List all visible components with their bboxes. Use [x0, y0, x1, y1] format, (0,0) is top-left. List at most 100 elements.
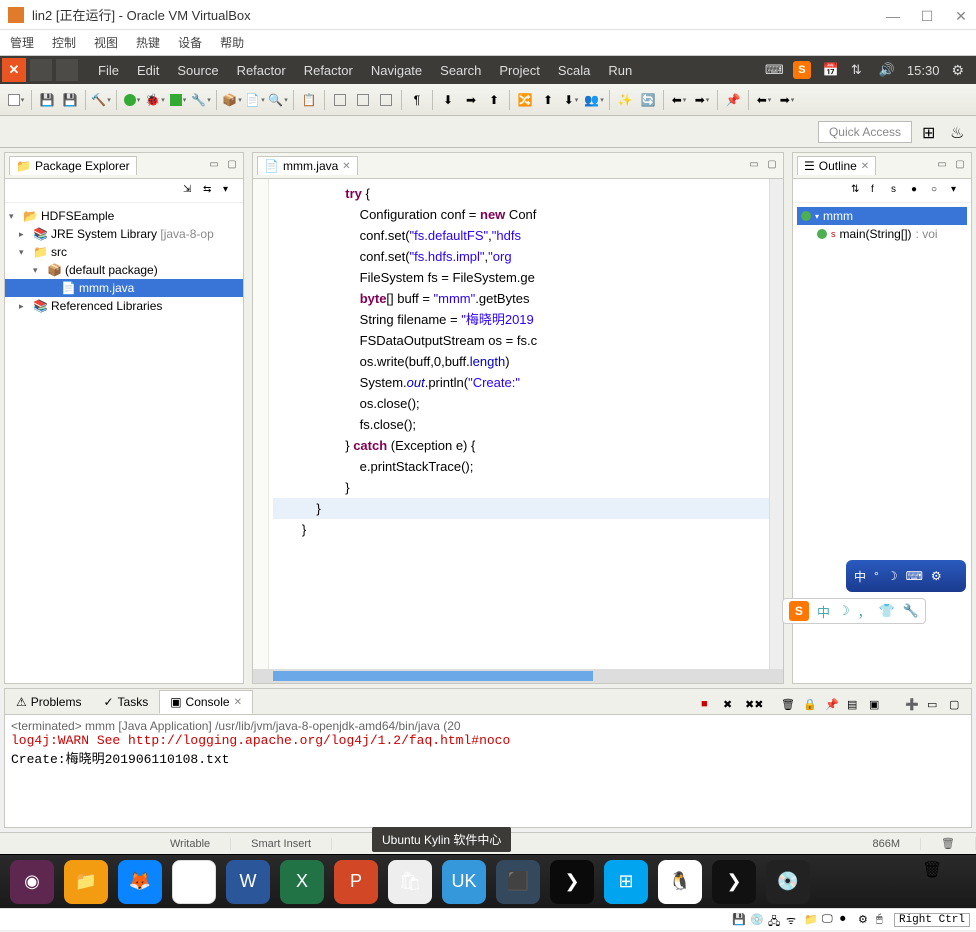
menu-source[interactable]: Source	[177, 63, 218, 78]
ime-lang[interactable]: 中	[854, 568, 866, 585]
console-max-button[interactable]: ▢	[949, 698, 965, 714]
save-all-button[interactable]: 💾	[60, 90, 80, 110]
ime2-moon-icon[interactable]: ☽	[838, 603, 850, 619]
refresh-button[interactable]: 🔄	[638, 90, 658, 110]
display-button[interactable]: ▤	[847, 698, 863, 714]
dash-icon[interactable]: ◉	[10, 860, 54, 904]
package-explorer-tab[interactable]: 📁 Package Explorer	[9, 156, 137, 175]
debug-button[interactable]: 🐞	[145, 90, 165, 110]
devices-icon[interactable]: ⬛	[496, 860, 540, 904]
pin-console-button[interactable]: 📌	[825, 698, 841, 714]
console-tab[interactable]: ▣ Console ✕	[159, 690, 253, 714]
maximize-button[interactable]: ☐	[920, 8, 934, 22]
new-console-button[interactable]: ➕	[905, 698, 921, 714]
coverage-button[interactable]	[168, 90, 188, 110]
package-tree[interactable]: ▾📂HDFSEample ▸📚JRE System Library [java-…	[5, 203, 243, 319]
git-button[interactable]: 🔀	[515, 90, 535, 110]
save-button[interactable]: 💾	[37, 90, 57, 110]
vb-hostkey[interactable]: Right Ctrl	[894, 913, 970, 927]
vb-cpu-icon[interactable]: ⚙	[858, 913, 872, 927]
external-tools-button[interactable]: 🔧	[191, 90, 211, 110]
vb-menu-hotkey[interactable]: 热键	[136, 34, 160, 51]
vb-menu-control[interactable]: 控制	[52, 34, 76, 51]
vb-usb-icon[interactable]: ᯤ	[786, 913, 800, 927]
quick-access-field[interactable]: Quick Access	[818, 121, 912, 143]
vb-menu-devices[interactable]: 设备	[178, 34, 202, 51]
editor-tab[interactable]: 📄 mmm.java ✕	[257, 156, 358, 175]
new-button[interactable]	[6, 90, 26, 110]
minimize-button[interactable]: —	[886, 8, 900, 22]
window-close-button[interactable]: ✕	[2, 58, 26, 82]
src-node[interactable]: src	[51, 245, 67, 259]
menu-refactor-2[interactable]: Refactor	[304, 63, 353, 78]
sogou-ime-icon[interactable]: S	[793, 61, 811, 79]
console-output[interactable]: <terminated> mmm [Java Application] /usr…	[5, 715, 971, 827]
ime2-punct[interactable]: ，	[858, 602, 871, 621]
code-editor[interactable]: try { Configuration conf = new Conf conf…	[269, 179, 769, 669]
file-node-selected[interactable]: 📄mmm.java	[5, 279, 243, 297]
calendar-icon[interactable]: 📅	[823, 62, 839, 78]
menu-run[interactable]: Run	[608, 63, 632, 78]
sogou-logo-icon[interactable]: S	[789, 601, 809, 621]
jre-node[interactable]: JRE System Library [java-8-op	[51, 227, 214, 241]
project-node[interactable]: HDFSEample	[41, 209, 114, 223]
sogou-status-bar[interactable]: 中 ° ☽ ⌨ ⚙	[846, 560, 966, 592]
package-node[interactable]: (default package)	[65, 263, 158, 277]
collapse-all-button[interactable]: ⇲	[183, 184, 197, 198]
keyboard-indicator-icon[interactable]: ⌨	[765, 62, 781, 78]
new-package-button[interactable]: 📦	[222, 90, 242, 110]
ime-punct-icon[interactable]: °	[874, 569, 879, 583]
view-maximize-button[interactable]: ▢	[225, 159, 239, 173]
show-ws-button[interactable]: ¶	[407, 90, 427, 110]
scroll-lock-button[interactable]: 🔒	[803, 698, 819, 714]
problems-tab[interactable]: ⚠ Problems	[5, 690, 92, 714]
tasks-tab[interactable]: ✓ Tasks	[92, 690, 159, 714]
powerpoint-icon[interactable]: P	[334, 860, 378, 904]
menu-scala[interactable]: Scala	[558, 63, 591, 78]
word-icon[interactable]: W	[226, 860, 270, 904]
vb-menu-manage[interactable]: 管理	[10, 34, 34, 51]
vb-hd-icon[interactable]: 💾	[732, 913, 746, 927]
window-maximize-button[interactable]	[56, 59, 78, 81]
ime2-tool-icon[interactable]: 🔧	[903, 603, 919, 619]
next-edit-button[interactable]: ➡	[692, 90, 712, 110]
outline-class[interactable]: ▾mmm	[797, 207, 967, 225]
sort-button[interactable]: ⇅	[851, 184, 865, 198]
remove-launch-button[interactable]: ✖	[723, 698, 739, 714]
qq-icon[interactable]: 🐧	[658, 860, 702, 904]
outline-menu-button[interactable]: ▾	[951, 184, 965, 198]
filter-static-button[interactable]: s	[891, 184, 905, 198]
network-icon[interactable]: ⇅	[851, 62, 867, 78]
view-maximize-button[interactable]: ▢	[953, 159, 967, 173]
toggle-block-button[interactable]	[353, 90, 373, 110]
chromium-icon[interactable]: ◯	[172, 860, 216, 904]
trash-icon[interactable]: 🗑	[922, 860, 966, 904]
link-editor-button[interactable]: ⇆	[203, 184, 217, 198]
open-type-button[interactable]: 📋	[299, 90, 319, 110]
step-return-button[interactable]: ⬆	[484, 90, 504, 110]
filter-local-button[interactable]: ○	[931, 184, 945, 198]
gc-button[interactable]: 🗑	[921, 837, 976, 850]
excel-icon[interactable]: X	[280, 860, 324, 904]
ime-settings-icon[interactable]: ⚙	[931, 569, 942, 583]
menu-edit[interactable]: Edit	[137, 63, 159, 78]
clear-console-button[interactable]: 🗑	[781, 698, 797, 714]
overview-ruler[interactable]	[769, 179, 783, 669]
files-icon[interactable]: 📁	[64, 860, 108, 904]
clock[interactable]: 15:30	[907, 63, 940, 78]
wand-button[interactable]: ✨	[615, 90, 635, 110]
new-type-button[interactable]: 📄	[245, 90, 265, 110]
step-over-button[interactable]: ➡	[461, 90, 481, 110]
view-menu-button[interactable]: ▾	[223, 184, 237, 198]
run-button[interactable]	[122, 90, 142, 110]
build-button[interactable]: 🔨	[91, 90, 111, 110]
view-minimize-button[interactable]: ▭	[935, 159, 949, 173]
ukylin-center-icon[interactable]: UK	[442, 860, 486, 904]
editor-ruler[interactable]	[253, 179, 269, 669]
step-into-button[interactable]: ⬇	[438, 90, 458, 110]
open-console-button[interactable]: ▣	[869, 698, 885, 714]
java-perspective-button[interactable]: ♨	[950, 123, 968, 141]
prev-edit-button[interactable]: ⬅	[669, 90, 689, 110]
view-minimize-button[interactable]: ▭	[207, 159, 221, 173]
referenced-libs-node[interactable]: Referenced Libraries	[51, 299, 162, 313]
